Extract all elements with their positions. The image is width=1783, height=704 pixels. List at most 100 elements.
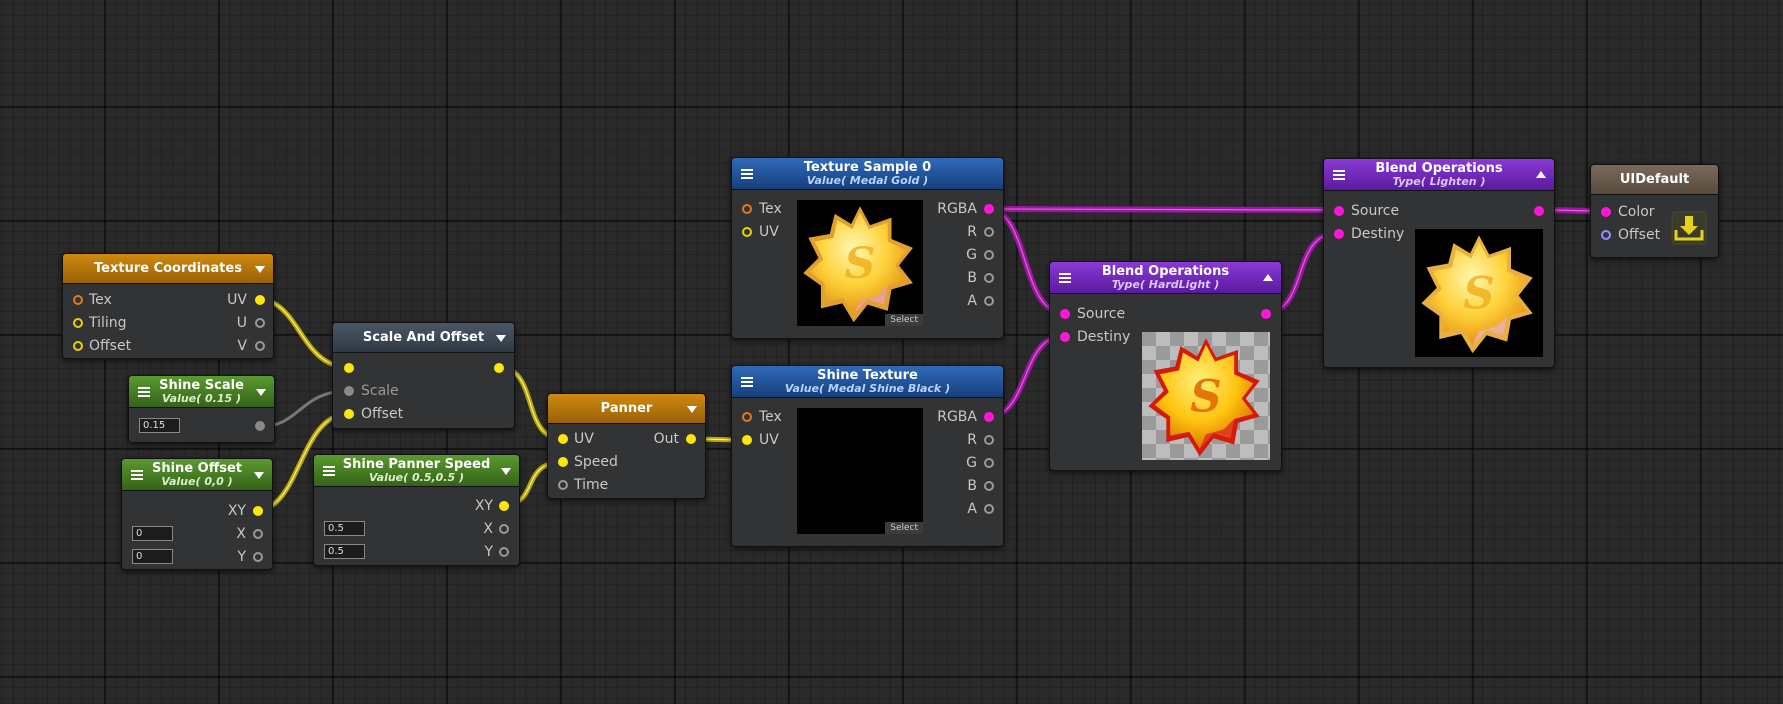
color-input-port[interactable] bbox=[1601, 207, 1611, 217]
node-shine-panner-speed[interactable]: Shine Panner Speed Value( 0.5,0.5 ) XY 0… bbox=[313, 454, 520, 566]
input-label: Offset bbox=[1618, 227, 1661, 243]
out-output-port[interactable] bbox=[686, 434, 696, 444]
tex-input-port[interactable] bbox=[742, 412, 752, 422]
result-output-port[interactable] bbox=[1261, 309, 1271, 319]
result-output-port[interactable] bbox=[1534, 206, 1544, 216]
node-header[interactable]: Texture Sample 0 Value( Medal Gold ) bbox=[732, 158, 1003, 190]
tex-input-port[interactable] bbox=[742, 204, 752, 214]
node-header[interactable]: Shine Texture Value( Medal Shine Black ) bbox=[732, 366, 1003, 398]
g-output-port[interactable] bbox=[984, 250, 994, 260]
medal-gold-image: S bbox=[803, 206, 913, 323]
b-output-port[interactable] bbox=[984, 481, 994, 491]
medal-lighten-image: S bbox=[1421, 235, 1533, 354]
hamburger-menu-icon[interactable] bbox=[323, 465, 335, 476]
uv-output-port[interactable] bbox=[255, 295, 265, 305]
source-input-port[interactable] bbox=[1334, 206, 1344, 216]
rgba-output-port[interactable] bbox=[984, 204, 994, 214]
b-output-port[interactable] bbox=[984, 273, 994, 283]
node-title: Texture Coordinates bbox=[94, 260, 242, 276]
tex-input-port[interactable] bbox=[73, 295, 83, 305]
node-subtitle: Value( 0,0 ) bbox=[161, 474, 233, 488]
hamburger-menu-icon[interactable] bbox=[138, 386, 150, 397]
triangle-down-icon[interactable] bbox=[687, 405, 697, 413]
destiny-input-port[interactable] bbox=[1060, 332, 1070, 342]
offset-input-port[interactable] bbox=[1601, 230, 1611, 240]
triangle-down-icon[interactable] bbox=[256, 388, 266, 396]
node-header[interactable]: Panner bbox=[548, 394, 705, 424]
x-output-port[interactable] bbox=[499, 524, 509, 534]
value-output-port[interactable] bbox=[494, 363, 504, 373]
xy-output-port[interactable] bbox=[499, 501, 509, 511]
node-header[interactable]: Shine Panner Speed Value( 0.5,0.5 ) bbox=[314, 455, 519, 487]
uv-input-port[interactable] bbox=[742, 227, 752, 237]
y-value-field[interactable]: 0 bbox=[132, 549, 173, 564]
select-texture-button[interactable]: Select bbox=[885, 522, 923, 534]
node-blend-lighten[interactable]: Blend Operations Type( Lighten ) Source … bbox=[1323, 158, 1555, 368]
rgba-output-port[interactable] bbox=[984, 412, 994, 422]
tiling-input-port[interactable] bbox=[73, 318, 83, 328]
x-output-port[interactable] bbox=[253, 529, 263, 539]
hamburger-menu-icon[interactable] bbox=[1059, 272, 1071, 283]
triangle-down-icon[interactable] bbox=[496, 334, 506, 342]
hamburger-menu-icon[interactable] bbox=[1333, 169, 1345, 180]
hamburger-menu-icon[interactable] bbox=[741, 376, 753, 387]
node-panner[interactable]: Panner UV Speed Time Out bbox=[547, 393, 706, 499]
node-shine-texture[interactable]: Shine Texture Value( Medal Shine Black )… bbox=[731, 365, 1004, 547]
node-header[interactable]: UIDefault bbox=[1591, 165, 1718, 195]
triangle-up-icon[interactable] bbox=[1263, 273, 1273, 281]
scale-input-port[interactable] bbox=[344, 386, 354, 396]
u-output-port[interactable] bbox=[255, 318, 265, 328]
hamburger-menu-icon[interactable] bbox=[741, 168, 753, 179]
value-input-port[interactable] bbox=[344, 363, 354, 373]
v-output-port[interactable] bbox=[255, 341, 265, 351]
node-scale-and-offset[interactable]: Scale And Offset Scale Offset bbox=[332, 322, 515, 429]
offset-input-port[interactable] bbox=[73, 341, 83, 351]
node-texture-coordinates[interactable]: Texture Coordinates Tex Tiling Offset UV… bbox=[62, 253, 274, 359]
g-output-port[interactable] bbox=[984, 458, 994, 468]
node-header[interactable]: Blend Operations Type( Lighten ) bbox=[1324, 159, 1554, 191]
output-label: G bbox=[966, 247, 977, 263]
input-label: Offset bbox=[361, 406, 404, 422]
x-value-field[interactable]: 0 bbox=[132, 526, 173, 541]
a-output-port[interactable] bbox=[984, 296, 994, 306]
select-texture-button[interactable]: Select bbox=[885, 314, 923, 326]
r-output-port[interactable] bbox=[984, 435, 994, 445]
y-value-field[interactable]: 0.5 bbox=[324, 544, 365, 559]
time-input-port[interactable] bbox=[558, 480, 568, 490]
uv-input-port[interactable] bbox=[742, 435, 752, 445]
scale-value-field[interactable]: 0.15 bbox=[139, 418, 180, 433]
input-label: Speed bbox=[574, 454, 618, 470]
offset-input-port[interactable] bbox=[344, 409, 354, 419]
destiny-input-port[interactable] bbox=[1334, 229, 1344, 239]
r-output-port[interactable] bbox=[984, 227, 994, 237]
node-header[interactable]: Texture Coordinates bbox=[63, 254, 273, 284]
node-ui-default[interactable]: UIDefault Color Offset bbox=[1590, 164, 1719, 258]
node-blend-hardlight[interactable]: Blend Operations Type( HardLight ) Sourc… bbox=[1049, 261, 1282, 471]
node-shine-offset[interactable]: Shine Offset Value( 0,0 ) XY 0 X 0 Y bbox=[121, 458, 273, 570]
output-label: RGBA bbox=[937, 409, 977, 425]
node-header[interactable]: Scale And Offset bbox=[333, 323, 514, 353]
hamburger-menu-icon[interactable] bbox=[131, 469, 143, 480]
input-label: Destiny bbox=[1351, 226, 1405, 242]
y-output-port[interactable] bbox=[499, 547, 509, 557]
triangle-down-icon[interactable] bbox=[501, 467, 511, 475]
node-texture-sample-0[interactable]: Texture Sample 0 Value( Medal Gold ) Tex… bbox=[731, 157, 1004, 339]
speed-input-port[interactable] bbox=[558, 457, 568, 467]
node-header[interactable]: Blend Operations Type( HardLight ) bbox=[1050, 262, 1281, 294]
value-output-port[interactable] bbox=[255, 421, 265, 431]
triangle-down-icon[interactable] bbox=[254, 471, 264, 479]
output-label: R bbox=[967, 224, 977, 240]
xy-output-port[interactable] bbox=[253, 506, 263, 516]
node-header[interactable]: Shine Offset Value( 0,0 ) bbox=[122, 459, 272, 491]
x-value-field[interactable]: 0.5 bbox=[324, 521, 365, 536]
triangle-down-icon[interactable] bbox=[255, 265, 265, 273]
node-header[interactable]: Shine Scale Value( 0.15 ) bbox=[129, 376, 274, 408]
node-subtitle: Value( Medal Shine Black ) bbox=[784, 381, 951, 395]
source-input-port[interactable] bbox=[1060, 309, 1070, 319]
y-output-port[interactable] bbox=[253, 552, 263, 562]
node-shine-scale[interactable]: Shine Scale Value( 0.15 ) 0.15 bbox=[128, 375, 275, 443]
triangle-up-icon[interactable] bbox=[1536, 170, 1546, 178]
a-output-port[interactable] bbox=[984, 504, 994, 514]
uv-input-port[interactable] bbox=[558, 434, 568, 444]
blend-preview: S bbox=[1142, 332, 1270, 460]
